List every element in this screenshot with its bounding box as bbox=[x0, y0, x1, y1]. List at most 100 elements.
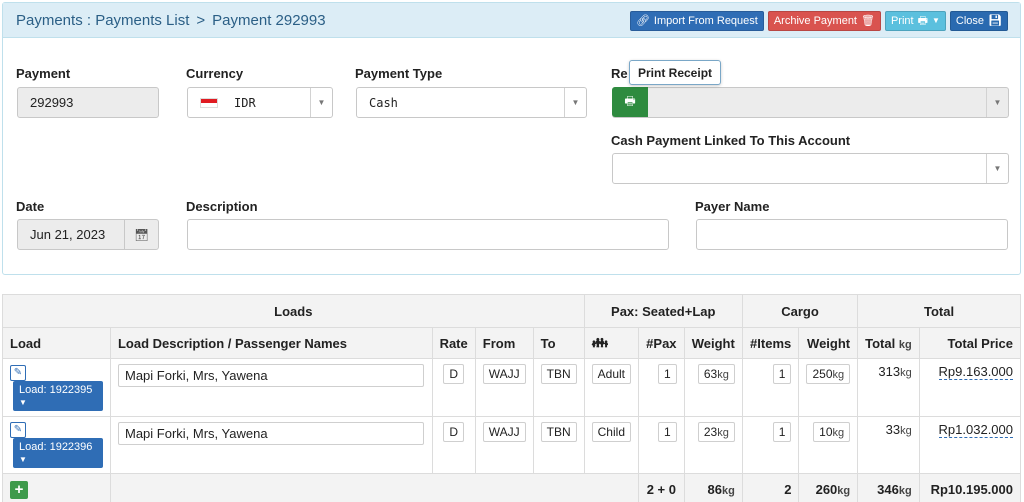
cargo-weight-cell: 10kg bbox=[798, 415, 859, 475]
from-cell: WAJJ bbox=[474, 358, 534, 417]
load-description-input[interactable]: Mapi Forki, Mrs, Yawena bbox=[117, 364, 424, 387]
items-cell: 1 bbox=[741, 358, 800, 417]
load-dropdown-button[interactable]: Load: 1922395 ▼ bbox=[13, 380, 103, 411]
cargo-weight-value: 10 bbox=[819, 424, 833, 439]
pax-type-cell: Child bbox=[583, 415, 640, 475]
total-price-value[interactable]: Rp9.163.000 bbox=[938, 364, 1013, 380]
load-description-input[interactable]: Mapi Forki, Mrs, Yawena bbox=[117, 421, 424, 445]
pax-weight-cell: 63kg bbox=[683, 358, 743, 417]
print-label: Print bbox=[890, 15, 914, 27]
load-label: Load: 1922396 bbox=[19, 441, 93, 454]
pax-type-value[interactable]: Child bbox=[591, 421, 631, 442]
totals-pax-weight-value: 86 bbox=[707, 482, 722, 498]
pax-count-value[interactable]: 1 bbox=[658, 421, 677, 442]
unit-kg: kg bbox=[717, 426, 729, 439]
add-load-button[interactable]: + bbox=[10, 480, 28, 499]
description-cell: Mapi Forki, Mrs, Yawena bbox=[109, 415, 433, 475]
payer-name-label: Payer Name bbox=[695, 199, 770, 214]
archive-payment-label: Archive Payment bbox=[773, 15, 857, 27]
col-total-kg-unit: kg bbox=[898, 338, 912, 351]
total-kg-cell: 33kg bbox=[857, 415, 920, 475]
cargo-weight-input[interactable]: 250kg bbox=[806, 364, 851, 384]
rate-value[interactable]: D bbox=[443, 421, 464, 442]
total-price-value[interactable]: Rp1.032.000 bbox=[938, 421, 1013, 438]
payment-id-value: 292993 bbox=[30, 95, 74, 110]
payer-name-input[interactable] bbox=[696, 219, 1008, 250]
group-pax: Pax: Seated+Lap bbox=[583, 294, 743, 328]
breadcrumb-current: Payment 292993 bbox=[212, 12, 326, 29]
totals-pax-weight: 86kg bbox=[683, 473, 743, 502]
pax-cell: 1 bbox=[638, 415, 685, 475]
import-from-request-button[interactable]: 🔗︎ Import From Request bbox=[629, 11, 764, 31]
description-cell: Mapi Forki, Mrs, Yawena bbox=[109, 358, 433, 417]
cash-account-select[interactable]: ▼ bbox=[612, 153, 1009, 184]
chevron-down-icon: ▼ bbox=[310, 88, 332, 117]
col-description: Load Description / Passenger Names bbox=[109, 327, 433, 359]
total-price-cell: Rp1.032.000 bbox=[918, 415, 1022, 475]
col-total-price: Total Price bbox=[918, 327, 1022, 359]
pax-weight-input[interactable]: 23kg bbox=[697, 421, 735, 442]
trash-icon: 🗑︎ bbox=[861, 14, 875, 27]
col-items: #Items bbox=[741, 327, 800, 359]
cargo-weight-cell: 250kg bbox=[798, 358, 859, 417]
print-receipt-tooltip: Print Receipt bbox=[629, 60, 722, 85]
payment-panel: Payments : Payments List > Payment 292993 … bbox=[2, 2, 1021, 275]
col-cargo-weight: Weight bbox=[798, 327, 859, 359]
col-pax-weight: Weight bbox=[683, 327, 743, 359]
items-value[interactable]: 1 bbox=[772, 364, 792, 384]
pax-type-value[interactable]: Adult bbox=[591, 364, 631, 384]
import-from-request-label: Import From Request bbox=[653, 15, 758, 27]
caret-down-icon: ▼ bbox=[19, 397, 27, 407]
to-cell: TBN bbox=[532, 358, 585, 417]
totals-items: 2 bbox=[741, 473, 800, 502]
payment-type-select[interactable]: Cash ▼ bbox=[356, 87, 587, 118]
rate-cell: D bbox=[431, 415, 476, 475]
indonesia-flag-icon bbox=[200, 97, 218, 108]
receipt-select[interactable]: ▼ bbox=[612, 87, 1009, 118]
totals-kg-value: 346 bbox=[877, 482, 899, 498]
edit-icon[interactable]: ✎ bbox=[10, 422, 26, 439]
date-field[interactable]: Jun 21, 2023 📅︎ bbox=[17, 219, 159, 250]
currency-select[interactable]: IDR ▼ bbox=[187, 87, 333, 118]
to-value[interactable]: TBN bbox=[540, 421, 577, 442]
receipt-label: Re bbox=[611, 66, 628, 81]
payment-type-value: Cash bbox=[369, 95, 398, 110]
total-kg-value: 313 bbox=[878, 364, 901, 379]
pax-weight-input[interactable]: 63kg bbox=[697, 364, 735, 384]
currency-label: Currency bbox=[186, 66, 244, 81]
pax-count-value[interactable]: 1 bbox=[658, 364, 677, 384]
col-from: From bbox=[474, 327, 534, 359]
close-button[interactable]: Close 💾︎ bbox=[949, 11, 1008, 31]
loads-table: Loads Pax: Seated+Lap Cargo Total Load L… bbox=[2, 294, 1022, 502]
print-dropdown-button[interactable]: Print 🖶︎ ▼ bbox=[884, 11, 946, 31]
group-cargo: Cargo bbox=[741, 294, 859, 328]
breadcrumb-payments-list[interactable]: Payments : Payments List bbox=[16, 12, 189, 29]
items-cell: 1 bbox=[741, 415, 800, 475]
print-receipt-button[interactable]: 🖶︎ bbox=[612, 87, 648, 117]
caret-down-icon: ▼ bbox=[931, 16, 940, 25]
from-value[interactable]: WAJJ bbox=[482, 421, 526, 442]
items-value[interactable]: 1 bbox=[772, 421, 792, 442]
totals-kg: 346kg bbox=[857, 473, 920, 502]
date-value: Jun 21, 2023 bbox=[30, 227, 106, 242]
save-icon: 💾︎ bbox=[988, 14, 1002, 27]
edit-icon[interactable]: ✎ bbox=[10, 364, 26, 381]
chevron-down-icon: ▼ bbox=[986, 154, 1008, 183]
unit-kg: kg bbox=[832, 369, 845, 381]
from-value[interactable]: WAJJ bbox=[482, 364, 526, 384]
pax-weight-value: 63 bbox=[703, 367, 718, 381]
cargo-weight-input[interactable]: 10kg bbox=[813, 421, 851, 442]
totals-spacer bbox=[109, 473, 640, 502]
rate-value[interactable]: D bbox=[443, 364, 464, 384]
description-input[interactable] bbox=[187, 219, 669, 250]
to-value[interactable]: TBN bbox=[540, 364, 577, 384]
total-price-cell: Rp9.163.000 bbox=[918, 358, 1022, 417]
chevron-down-icon: ▼ bbox=[564, 88, 586, 117]
load-dropdown-button[interactable]: Load: 1922396 ▼ bbox=[13, 438, 103, 469]
to-cell: TBN bbox=[532, 415, 585, 475]
col-to: To bbox=[532, 327, 585, 359]
archive-payment-button[interactable]: Archive Payment 🗑︎ bbox=[767, 11, 881, 31]
calendar-icon[interactable]: 📅︎ bbox=[124, 220, 158, 249]
total-kg-value: 33 bbox=[885, 421, 901, 437]
unit-kg: kg bbox=[837, 485, 851, 498]
